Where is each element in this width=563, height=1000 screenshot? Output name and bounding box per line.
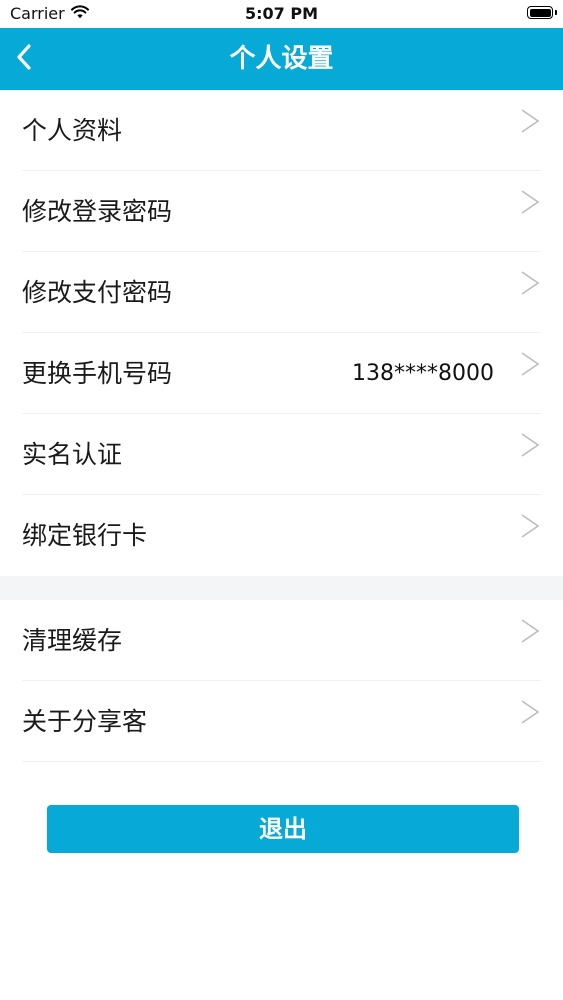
settings-item-profile[interactable]: 个人资料 <box>0 90 563 171</box>
chevron-right-icon <box>519 513 541 539</box>
settings-item-label: 关于分享客 <box>22 707 148 736</box>
settings-list: 个人资料 修改登录密码 修改支付密码 更换手机号码 138****8000 实名… <box>0 90 563 762</box>
settings-item-label: 修改登录密码 <box>22 197 173 226</box>
battery-tip <box>555 10 557 15</box>
settings-item-bind-bank-card[interactable]: 绑定银行卡 <box>0 495 563 576</box>
chevron-right-icon <box>519 189 541 215</box>
chevron-right-icon <box>519 699 541 725</box>
battery-icon <box>527 6 553 19</box>
settings-item-change-login-password[interactable]: 修改登录密码 <box>0 171 563 252</box>
settings-item-change-phone[interactable]: 更换手机号码 138****8000 <box>0 333 563 414</box>
phone-number-value: 138****8000 <box>352 361 494 386</box>
chevron-right-icon <box>519 432 541 458</box>
logout-button[interactable]: 退出 <box>47 805 519 853</box>
chevron-right-icon <box>519 618 541 644</box>
settings-item-label: 实名认证 <box>22 440 123 469</box>
settings-item-change-pay-password[interactable]: 修改支付密码 <box>0 252 563 333</box>
settings-item-label: 绑定银行卡 <box>22 521 148 550</box>
section-separator <box>0 576 563 600</box>
settings-item-real-name-verification[interactable]: 实名认证 <box>0 414 563 495</box>
settings-item-label: 清理缓存 <box>22 626 123 655</box>
battery-level <box>529 8 551 17</box>
settings-item-label: 修改支付密码 <box>22 278 173 307</box>
chevron-left-icon <box>16 44 32 74</box>
settings-item-about[interactable]: 关于分享客 <box>0 681 563 762</box>
back-button[interactable] <box>6 37 42 81</box>
chevron-right-icon <box>519 108 541 134</box>
chevron-right-icon <box>519 270 541 296</box>
row-divider <box>22 761 541 762</box>
settings-item-label: 更换手机号码 <box>22 359 173 388</box>
nav-bar: 个人设置 <box>0 28 563 90</box>
status-bar: Carrier 5:07 PM <box>0 0 563 28</box>
status-time: 5:07 PM <box>244 4 318 23</box>
page-title: 个人设置 <box>229 44 334 74</box>
settings-item-clear-cache[interactable]: 清理缓存 <box>0 600 563 681</box>
chevron-right-icon <box>519 351 541 377</box>
settings-item-label: 个人资料 <box>22 116 123 145</box>
